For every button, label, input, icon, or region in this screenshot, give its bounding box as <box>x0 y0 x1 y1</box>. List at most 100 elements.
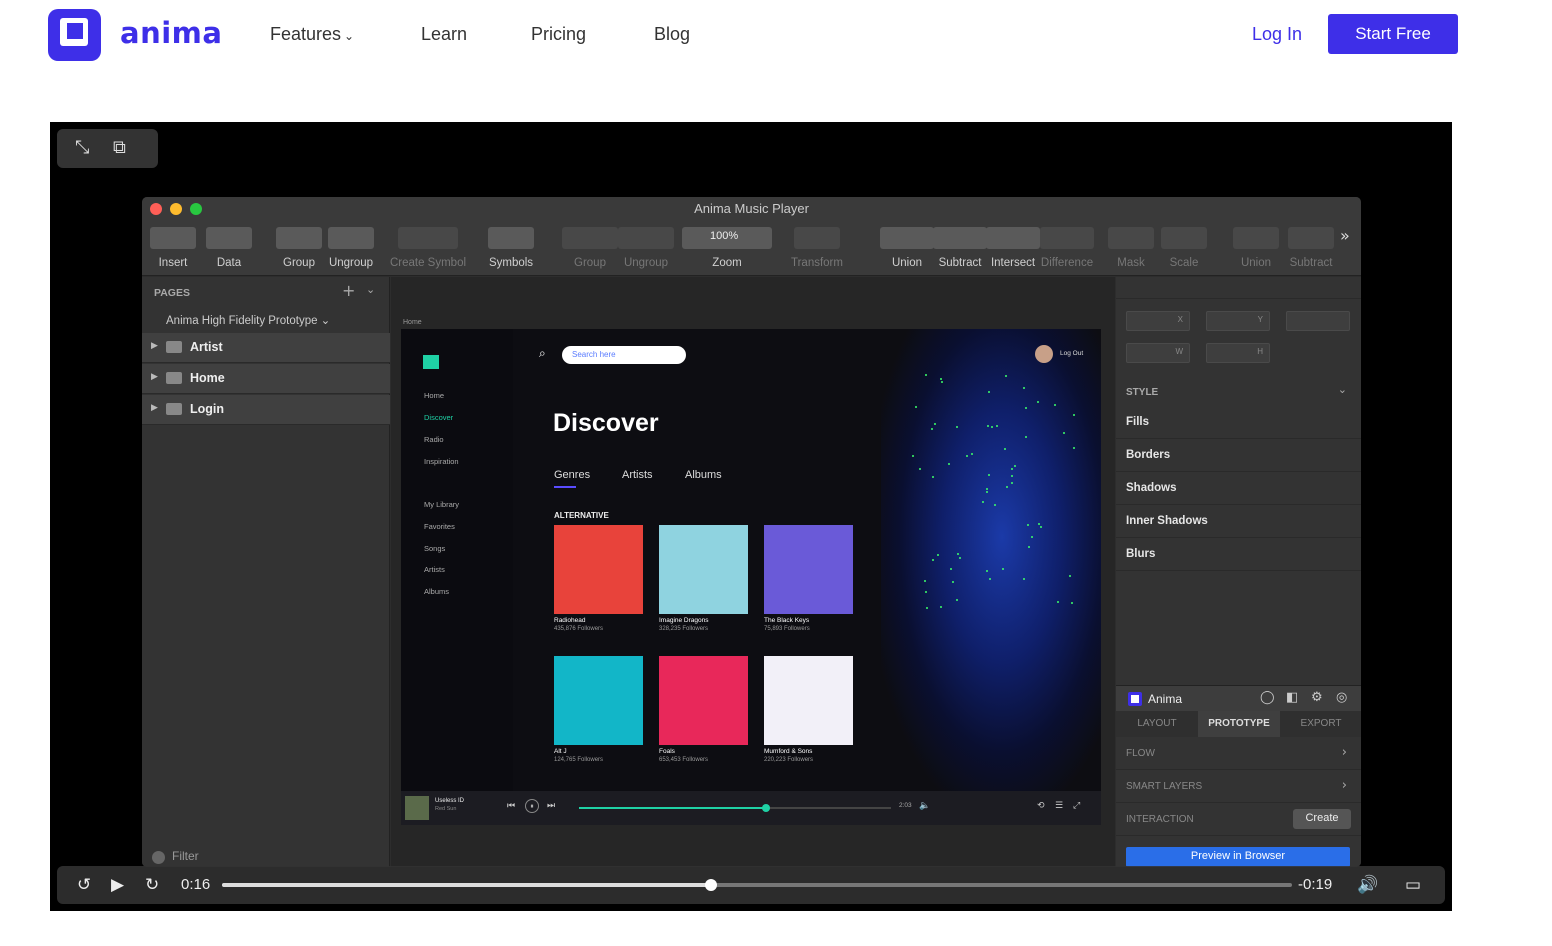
tab-artists[interactable]: Artists <box>622 469 653 481</box>
album-cover[interactable] <box>764 656 853 745</box>
toolbar-difference-button[interactable] <box>1040 227 1094 249</box>
volume-icon[interactable]: 🔊 <box>1357 875 1378 895</box>
pause-icon[interactable]: ⏸ <box>525 799 539 813</box>
toolbar-scale-button[interactable] <box>1161 227 1207 249</box>
help-icon[interactable]: ◎ <box>1336 690 1347 705</box>
layout-icon[interactable]: ◧ <box>1286 690 1298 705</box>
track-progress-knob[interactable] <box>762 804 771 812</box>
anima-logo[interactable] <box>48 9 101 61</box>
video-scrubber[interactable] <box>222 879 1292 891</box>
app-nav-songs[interactable]: Songs <box>424 544 445 553</box>
disclosure-icon[interactable]: ▶ <box>151 341 158 351</box>
volume-icon[interactable]: 🔈 <box>919 801 930 811</box>
y-field[interactable]: Y <box>1206 311 1270 331</box>
next-track-icon[interactable]: ⏭ <box>547 801 555 811</box>
style-fills[interactable]: Fills <box>1116 406 1361 439</box>
album-cover[interactable] <box>764 525 853 614</box>
track-progress[interactable] <box>579 804 891 812</box>
toolbar-ungroup-2-button[interactable] <box>618 227 674 249</box>
tab-albums[interactable]: Albums <box>685 469 722 481</box>
x-field[interactable]: X <box>1126 311 1190 331</box>
width-field[interactable]: W <box>1126 343 1190 363</box>
add-page-icon[interactable]: + <box>342 281 355 300</box>
more-tools-icon[interactable]: » <box>1340 226 1350 245</box>
disclosure-icon[interactable]: ▶ <box>151 403 158 413</box>
repeat-icon[interactable]: ⟲ <box>1037 801 1045 811</box>
tab-prototype[interactable]: PROTOTYPE <box>1198 711 1280 737</box>
toolbar-data-button[interactable] <box>206 227 252 249</box>
fullscreen-icon[interactable]: ⤡ <box>75 137 89 158</box>
toolbar-ungroup-button[interactable] <box>328 227 374 249</box>
search-input[interactable]: Search here <box>562 346 686 364</box>
artboard-discover[interactable]: Home Discover Radio Inspiration My Libra… <box>401 329 1101 791</box>
app-nav-artists[interactable]: Artists <box>424 565 445 574</box>
album-cover[interactable] <box>659 525 748 614</box>
chevron-down-icon[interactable]: ⌄ <box>366 283 375 296</box>
album-cover[interactable] <box>554 656 643 745</box>
row-flow[interactable]: FLOW › <box>1116 737 1361 770</box>
style-inner-shadows[interactable]: Inner Shadows <box>1116 505 1361 538</box>
logout-link[interactable]: Log Out <box>1060 350 1083 357</box>
page-selector[interactable]: Anima High Fidelity Prototype ⌄ <box>166 313 330 327</box>
layer-row-login[interactable]: ▶ Login <box>142 395 390 425</box>
album-cover[interactable] <box>659 656 748 745</box>
toolbar-transform-button[interactable] <box>794 227 840 249</box>
nav-blog[interactable]: Blog <box>654 24 690 45</box>
height-field[interactable]: H <box>1206 343 1270 363</box>
queue-icon[interactable]: ☰ <box>1055 801 1063 811</box>
nav-features[interactable]: Features ⌄ <box>270 24 354 45</box>
tab-export[interactable]: EXPORT <box>1280 711 1361 737</box>
nav-learn[interactable]: Learn <box>421 24 467 45</box>
app-nav-discover[interactable]: Discover <box>424 413 453 422</box>
avatar[interactable] <box>1035 345 1053 363</box>
video-player[interactable]: ⤡ ⧉ Anima Music Player Insert Data Group Un… <box>50 122 1452 911</box>
layer-row-artist[interactable]: ▶ Artist <box>142 333 390 363</box>
disclosure-icon[interactable]: ▶ <box>151 372 158 382</box>
style-borders[interactable]: Borders <box>1116 439 1361 472</box>
skip-forward-15-icon[interactable]: ↻ <box>145 875 159 895</box>
toolbar-union-button[interactable] <box>880 227 934 249</box>
login-link[interactable]: Log In <box>1252 24 1302 45</box>
row-smart-layers[interactable]: SMART LAYERS › <box>1116 770 1361 803</box>
start-free-button[interactable]: Start Free <box>1328 14 1458 54</box>
app-nav-inspiration[interactable]: Inspiration <box>424 457 459 466</box>
app-nav-albums[interactable]: Albums <box>424 587 449 596</box>
style-shadows[interactable]: Shadows <box>1116 472 1361 505</box>
airplay-icon[interactable]: ▭ <box>1405 875 1421 895</box>
skip-back-15-icon[interactable]: ↺ <box>77 875 91 895</box>
rotation-field[interactable] <box>1286 311 1350 331</box>
video-scrubber-knob[interactable] <box>704 879 717 891</box>
layer-filter[interactable]: Filter <box>172 849 199 863</box>
gear-icon[interactable]: ⚙ <box>1311 690 1323 705</box>
toolbar-mask-button[interactable] <box>1108 227 1154 249</box>
style-blurs[interactable]: Blurs <box>1116 538 1361 571</box>
toolbar-insert-button[interactable] <box>150 227 196 249</box>
toolbar-union-2-button[interactable] <box>1233 227 1279 249</box>
create-button[interactable]: Create <box>1293 809 1351 829</box>
chevron-down-icon[interactable]: ⌄ <box>1338 383 1347 396</box>
app-nav-home[interactable]: Home <box>424 391 444 400</box>
toolbar-group-button[interactable] <box>276 227 322 249</box>
app-nav-radio[interactable]: Radio <box>424 435 444 444</box>
toolbar-group-2-button[interactable] <box>562 227 618 249</box>
brand-name[interactable]: anima <box>120 16 222 50</box>
play-icon[interactable]: ▶ <box>111 875 124 895</box>
previous-track-icon[interactable]: ⏮ <box>507 801 515 811</box>
album-cover[interactable] <box>554 525 643 614</box>
layer-row-home[interactable]: ▶ Home <box>142 364 390 394</box>
toolbar-create-symbol-button[interactable] <box>398 227 458 249</box>
tab-genres[interactable]: Genres <box>554 469 590 481</box>
toolbar-symbols-button[interactable] <box>488 227 534 249</box>
preview-in-browser-button[interactable]: Preview in Browser <box>1126 847 1350 867</box>
picture-in-picture-icon[interactable]: ⧉ <box>113 137 126 158</box>
app-nav-library[interactable]: My Library <box>424 500 459 509</box>
expand-icon[interactable]: ⤢ <box>1073 801 1080 811</box>
tab-layout[interactable]: LAYOUT <box>1116 711 1198 737</box>
toolbar-subtract-button[interactable] <box>933 227 987 249</box>
toolbar-intersect-button[interactable] <box>986 227 1040 249</box>
nav-pricing[interactable]: Pricing <box>531 24 586 45</box>
toolbar-subtract-2-button[interactable] <box>1288 227 1334 249</box>
comment-icon[interactable]: ◯ <box>1260 690 1275 705</box>
app-nav-favorites[interactable]: Favorites <box>424 522 455 531</box>
design-canvas[interactable]: Home Home Discover Radio Inspiration My … <box>391 277 1115 867</box>
